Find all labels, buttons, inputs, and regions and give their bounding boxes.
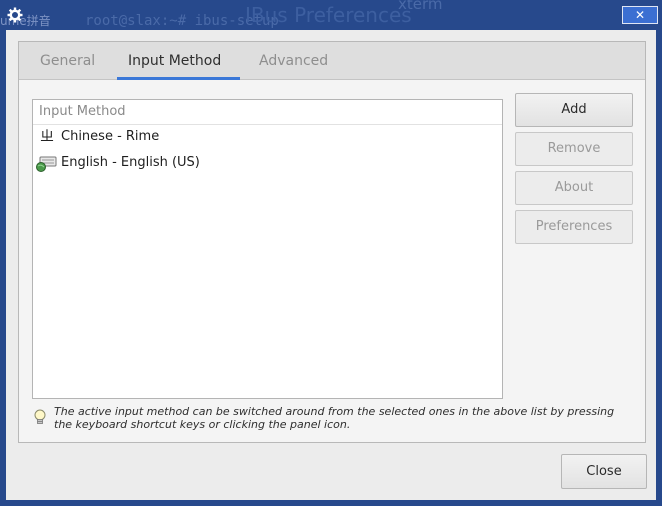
about-button[interactable]: About	[515, 171, 633, 205]
tab-bar: General Input Method Advanced	[19, 42, 645, 80]
chinese-rime-icon: ㄓ	[40, 129, 54, 145]
tab-input-method[interactable]: Input Method	[116, 42, 233, 80]
info-text: The active input method can be switched …	[54, 405, 615, 431]
preferences-notebook: General Input Method Advanced Input Meth…	[18, 41, 646, 443]
tab-advanced[interactable]: Advanced	[247, 42, 340, 80]
list-item-chinese-rime[interactable]: ㄓ Chinese - Rime	[33, 125, 502, 151]
window-close-button[interactable]: ✕	[622, 6, 658, 24]
titlebar[interactable]: ume拼音 root@slax:~# ibus-setup xterm IBus…	[0, 0, 662, 30]
remove-button[interactable]: Remove	[515, 132, 633, 166]
input-method-list[interactable]: Input Method ㄓ Chinese - Rime English - …	[32, 99, 503, 399]
list-item-label: English - English (US)	[61, 155, 200, 170]
window-border-bottom	[0, 500, 662, 506]
dialog-content: General Input Method Advanced Input Meth…	[6, 30, 656, 500]
list-item-english-us[interactable]: English - English (US)	[33, 151, 502, 177]
preferences-button[interactable]: Preferences	[515, 210, 633, 244]
window-border-right	[656, 30, 662, 506]
list-item-label: Chinese - Rime	[61, 129, 160, 144]
keyboard-globe-icon	[36, 155, 57, 172]
window-title: IBus Preferences	[245, 3, 412, 27]
add-button[interactable]: Add	[515, 93, 633, 127]
close-button[interactable]: Close	[561, 454, 647, 489]
list-column-header[interactable]: Input Method	[33, 100, 502, 125]
lightbulb-icon	[34, 409, 46, 427]
ibus-preferences-window: ume拼音 root@slax:~# ibus-setup xterm IBus…	[0, 0, 662, 506]
gear-icon[interactable]	[7, 7, 23, 23]
tab-general[interactable]: General	[28, 42, 107, 80]
active-tab-indicator	[117, 77, 240, 80]
